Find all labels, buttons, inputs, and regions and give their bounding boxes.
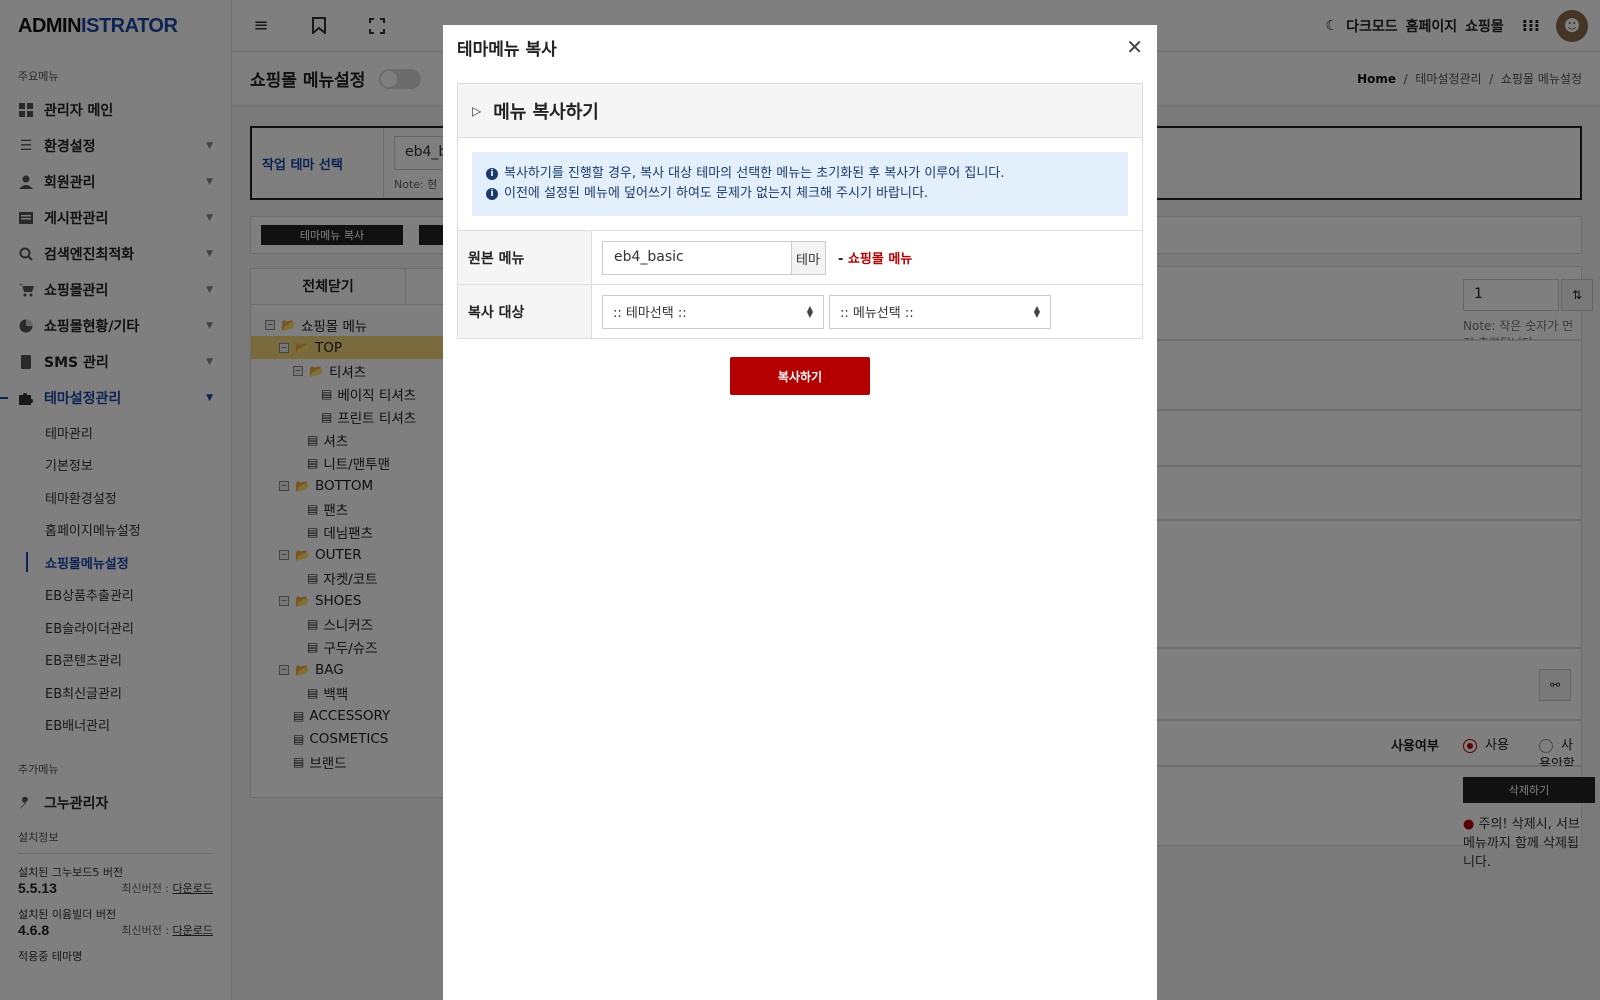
target-menu-select[interactable]: :: 메뉴선택 :: ▲ ▼ (829, 294, 1051, 329)
copy-menu-modal: 테마메뉴 복사 ✕ ▷ 메뉴 복사하기 i 복사하기를 진행할 경우, 복사 대상 … (443, 25, 1157, 1000)
target-label: 복사 대상 (458, 285, 592, 338)
source-menu-text: - 쇼핑몰 메뉴 (838, 252, 913, 267)
target-row: 복사 대상 :: 테마선택 :: ▲ ▼ :: 메뉴선택 :: ▲ ▼ (458, 284, 1142, 338)
source-addon: 테마 (792, 240, 826, 275)
card-header: ▷ 메뉴 복사하기 (458, 84, 1142, 138)
select-arrows-icon: ▲ ▼ (1033, 303, 1040, 319)
alert-line-1: 복사하기를 진행할 경우, 복사 대상 테마의 선택한 메뉴는 초기화된 후 복… (504, 166, 1005, 181)
modal-body: ▷ 메뉴 복사하기 i 복사하기를 진행할 경우, 복사 대상 테마의 선택한 메뉴… (443, 69, 1157, 409)
info-icon: i (486, 187, 498, 200)
close-icon[interactable]: ✕ (1126, 35, 1143, 59)
target-theme-select[interactable]: :: 테마선택 :: ▲ ▼ (602, 294, 824, 329)
modal-title: 테마메뉴 복사 (457, 39, 557, 60)
source-label: 원본 메뉴 (458, 231, 592, 284)
info-alert: i 복사하기를 진행할 경우, 복사 대상 테마의 선택한 메뉴는 초기화된 후 … (472, 152, 1128, 216)
alert-line-2: 이전에 설정된 메뉴에 덮어쓰기 하여도 문제가 없는지 체크해 주시기 바랍니… (504, 186, 929, 201)
select-arrows-icon: ▲ ▼ (806, 303, 813, 319)
modal-header: 테마메뉴 복사 ✕ (443, 25, 1157, 69)
card-title: 메뉴 복사하기 (493, 101, 599, 123)
copy-card: ▷ 메뉴 복사하기 i 복사하기를 진행할 경우, 복사 대상 테마의 선택한 메뉴… (457, 83, 1143, 339)
caret-right-icon: ▷ (472, 103, 482, 118)
info-icon: i (486, 167, 498, 180)
copy-submit-button[interactable]: 복사하기 (730, 357, 870, 395)
source-theme-input[interactable]: eb4_basic (602, 240, 792, 275)
source-row: 원본 메뉴 eb4_basic 테마 - 쇼핑몰 메뉴 (458, 230, 1142, 284)
